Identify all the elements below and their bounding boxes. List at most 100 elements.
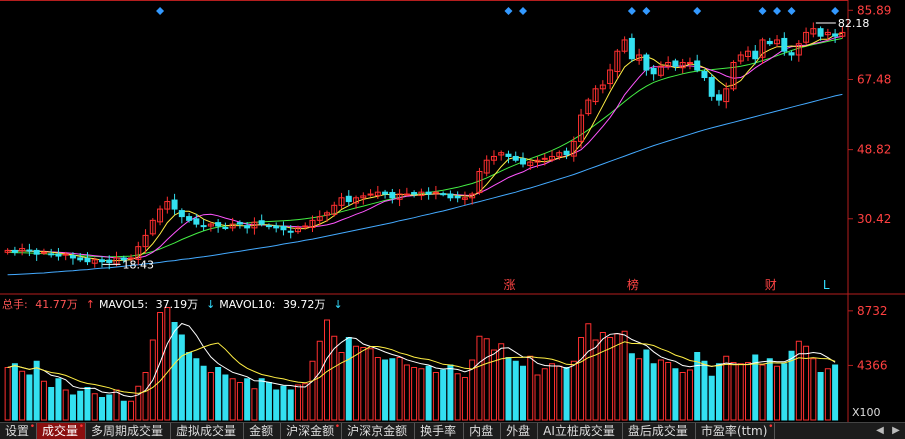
candle-down bbox=[752, 50, 759, 60]
tab-2[interactable]: 多周期成交量 bbox=[86, 423, 172, 439]
volume-bar-up bbox=[578, 337, 585, 421]
volume-bar-up bbox=[592, 339, 599, 421]
volume-bar-up bbox=[316, 340, 323, 421]
volume-bar-down bbox=[440, 369, 447, 421]
tab-label: 盘后成交量 bbox=[627, 424, 688, 438]
volume-bar-down bbox=[519, 365, 526, 421]
volume-bar-down bbox=[222, 374, 229, 421]
volume-bar-up bbox=[294, 384, 301, 421]
event-diamond-icon bbox=[518, 7, 527, 15]
volume-bar-down bbox=[447, 364, 454, 421]
candle-down bbox=[708, 77, 715, 97]
tab-6[interactable]: 沪深京金额 bbox=[342, 423, 416, 439]
volume-bar-up bbox=[128, 400, 135, 421]
candle-down bbox=[178, 210, 185, 218]
candle-up bbox=[40, 251, 47, 254]
volume-bar-down bbox=[643, 349, 650, 421]
candle-down bbox=[26, 249, 33, 252]
volume-bar-up bbox=[40, 380, 47, 421]
volume-bar-up bbox=[19, 370, 26, 421]
volume-bar-down bbox=[26, 374, 33, 421]
volume-bar-up bbox=[541, 368, 548, 421]
candle-down bbox=[171, 199, 178, 210]
candle-down bbox=[106, 259, 113, 263]
candle-down bbox=[84, 257, 91, 263]
candle-down bbox=[77, 257, 84, 261]
candle-down bbox=[287, 230, 294, 233]
volume-bar-up bbox=[498, 343, 505, 421]
volume-tick-label: 8732 bbox=[857, 304, 888, 318]
total-volume-label: 总手: 41.77万 bbox=[2, 298, 78, 311]
volume-bar-down bbox=[701, 360, 708, 421]
volume-bar-up bbox=[483, 338, 490, 421]
volume-bar-down bbox=[171, 322, 178, 421]
volume-bar-up bbox=[142, 372, 149, 421]
ma60-line bbox=[7, 93, 843, 276]
tab-5[interactable]: 沪深金额 • bbox=[281, 422, 343, 439]
tab-1[interactable]: 成交量 • bbox=[37, 423, 87, 439]
volume-bar-up bbox=[164, 307, 171, 421]
candle-up bbox=[541, 157, 548, 160]
scroll-right-icon[interactable]: ▶ bbox=[889, 424, 903, 437]
tab-indicator-dot: • bbox=[334, 422, 341, 432]
tab-indicator-dot: • bbox=[768, 422, 774, 432]
volume-bar-up bbox=[207, 372, 214, 421]
candle-down bbox=[193, 218, 200, 225]
volume-bar-down bbox=[11, 363, 18, 421]
candle-down bbox=[244, 225, 251, 229]
volume-bar-up bbox=[113, 389, 120, 421]
tab-label: 沪深京金额 bbox=[347, 424, 408, 438]
volume-legend: 总手: 41.77万 ↑ MAVOL5: 37.19万 ↓ MAVOL10: 39.72… bbox=[2, 296, 347, 312]
candle-down bbox=[280, 225, 287, 231]
volume-bar-down bbox=[273, 389, 280, 421]
volume-bar-up bbox=[534, 374, 541, 421]
kline-chart[interactable]: 85.89 67.48 48.82 30.42 8732 4366 X100 82.18 18.… bbox=[0, 0, 905, 438]
volume-bar-up bbox=[795, 340, 802, 421]
volume-bar-up bbox=[759, 364, 766, 421]
volume-bar-down bbox=[69, 394, 76, 421]
tab-12[interactable]: 市盈率(ttm) • bbox=[696, 422, 776, 439]
candle-down bbox=[628, 37, 635, 60]
event-diamond-icon bbox=[642, 7, 651, 15]
volume-bar-up bbox=[302, 383, 309, 421]
price-tick-label: 85.89 bbox=[857, 3, 891, 17]
event-diamond-icon bbox=[758, 7, 767, 15]
candle-down bbox=[258, 220, 265, 225]
tab-11[interactable]: 盘后成交量 bbox=[623, 423, 696, 439]
candle-down bbox=[48, 253, 55, 256]
event-diamond-icon bbox=[693, 7, 702, 15]
tab-label: 虚拟成交量 bbox=[176, 424, 237, 438]
volume-bar-down bbox=[287, 389, 294, 421]
ma10-line bbox=[7, 32, 843, 262]
volume-bar-down bbox=[817, 372, 824, 421]
volume-bar-up bbox=[91, 393, 98, 421]
tab-9[interactable]: 外盘 bbox=[501, 423, 539, 439]
candle-down bbox=[440, 193, 447, 196]
volume-bar-down bbox=[77, 390, 84, 421]
tab-8[interactable]: 内盘 bbox=[464, 423, 502, 439]
candle-up bbox=[62, 253, 69, 256]
tab-0[interactable]: 设置 • bbox=[0, 423, 38, 439]
event-diamond-icon bbox=[831, 7, 840, 15]
candle-down bbox=[447, 193, 454, 199]
volume-bar-up bbox=[745, 362, 752, 421]
candle-down bbox=[817, 28, 824, 37]
volume-bar-down bbox=[200, 365, 207, 421]
candle-up bbox=[686, 61, 693, 64]
total-arrow: ↓ bbox=[333, 298, 343, 311]
volume-bar-up bbox=[621, 330, 628, 421]
candle-down bbox=[33, 249, 40, 255]
mavol5-label: MAVOL5: 37.19万 bbox=[98, 298, 199, 311]
tab-10[interactable]: AI立桩成交量 bbox=[538, 423, 623, 439]
tab-3[interactable]: 虚拟成交量 bbox=[171, 423, 245, 439]
volume-unit-label: X100 bbox=[852, 406, 881, 419]
volume-bar-down bbox=[178, 334, 185, 421]
tab-4[interactable]: 金额 bbox=[244, 423, 282, 439]
volume-bar-down bbox=[48, 387, 55, 421]
volume-bar-up bbox=[527, 355, 534, 421]
scroll-left-icon[interactable]: ◀ bbox=[873, 424, 887, 437]
event-marker-label: 榜 bbox=[627, 277, 639, 292]
volume-bar-down bbox=[781, 363, 788, 421]
volume-bar-down bbox=[752, 354, 759, 421]
tab-7[interactable]: 换手率 bbox=[415, 423, 465, 439]
